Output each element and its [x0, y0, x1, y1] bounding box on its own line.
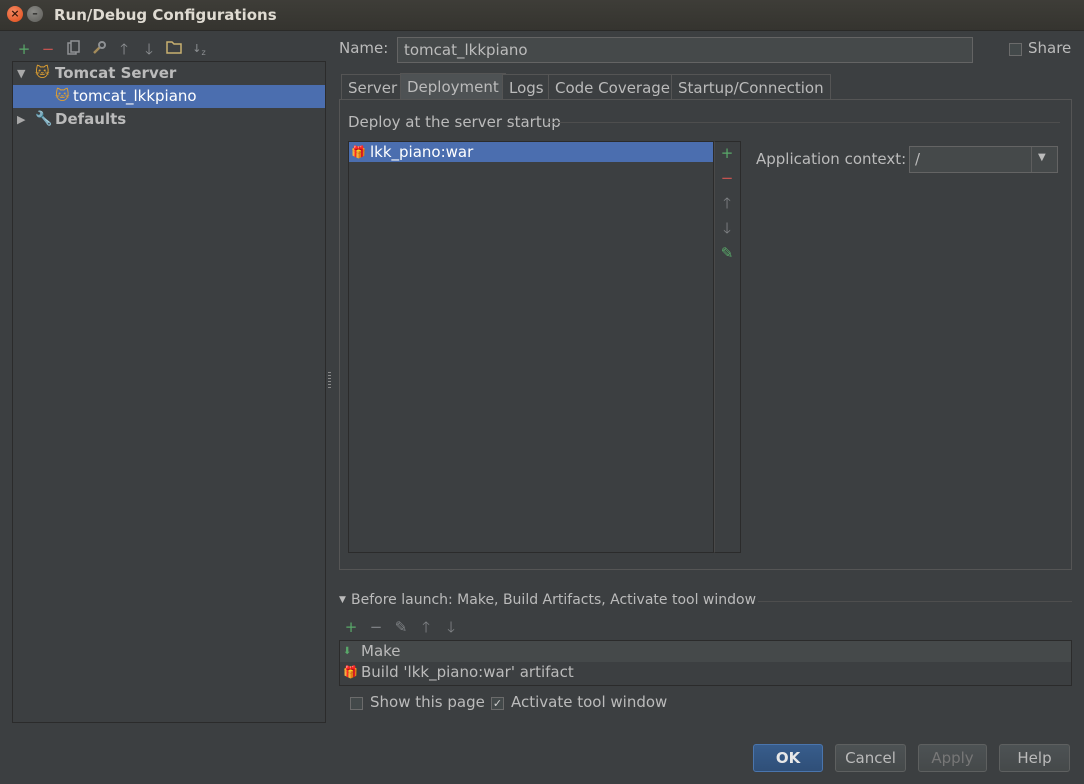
- tab-startup-connection[interactable]: Startup/Connection: [671, 74, 831, 100]
- ok-button[interactable]: OK: [753, 744, 823, 772]
- show-this-page-label[interactable]: Show this page: [370, 693, 485, 711]
- deploy-section-title: Deploy at the server startup: [348, 113, 561, 131]
- move-down-icon[interactable]: 🡓: [140, 40, 158, 58]
- move-up-icon[interactable]: 🡑: [115, 40, 133, 58]
- application-context-value[interactable]: /: [915, 150, 920, 168]
- show-this-page-checkbox[interactable]: [350, 697, 363, 710]
- tab-server[interactable]: Server: [341, 74, 405, 100]
- tomcat-icon: 🐱: [35, 65, 50, 81]
- move-up-icon[interactable]: 🡑: [417, 618, 435, 636]
- tree-item-label: tomcat_lkkpiano: [73, 87, 197, 105]
- tab-deployment[interactable]: Deployment: [400, 73, 506, 100]
- wrench-icon: 🔧: [35, 111, 53, 127]
- edit-defaults-icon[interactable]: [90, 40, 108, 58]
- collapsed-arrow-icon[interactable]: ▶: [17, 108, 25, 131]
- make-icon: ⬇: [343, 646, 352, 657]
- minimize-icon: –: [32, 7, 38, 20]
- task-label: Make: [361, 642, 401, 660]
- collapse-arrow-icon[interactable]: ▼: [339, 595, 346, 605]
- cancel-button[interactable]: Cancel: [835, 744, 906, 772]
- add-icon[interactable]: +: [15, 40, 33, 58]
- artifact-icon: 🎁: [343, 665, 358, 679]
- deploy-artifact-list[interactable]: [348, 141, 714, 553]
- task-item-build-artifact[interactable]: 🎁 Build 'lkk_piano:war' artifact: [340, 662, 1071, 683]
- application-context-label: Application context:: [756, 150, 907, 168]
- tree-item-defaults[interactable]: ▶ 🔧 Defaults: [13, 108, 325, 131]
- dropdown-arrow-icon[interactable]: ▼: [1038, 152, 1046, 163]
- activate-tool-window-label[interactable]: Activate tool window: [511, 693, 667, 711]
- help-button[interactable]: Help: [999, 744, 1070, 772]
- activate-tool-window-checkbox[interactable]: ✓: [491, 697, 504, 710]
- section-divider: [546, 122, 1060, 123]
- configuration-tree: ▼ 🐱 Tomcat Server 🐱 tomcat_lkkpiano ▶ 🔧 …: [12, 61, 326, 723]
- window-minimize-button[interactable]: –: [27, 6, 43, 22]
- add-artifact-icon[interactable]: +: [718, 144, 736, 162]
- share-checkbox[interactable]: [1009, 43, 1022, 56]
- folder-icon[interactable]: [165, 40, 183, 58]
- move-down-icon[interactable]: 🡓: [442, 618, 460, 636]
- remove-icon[interactable]: −: [39, 40, 57, 58]
- add-task-icon[interactable]: +: [342, 618, 360, 636]
- panel-splitter[interactable]: [328, 372, 331, 388]
- expanded-arrow-icon[interactable]: ▼: [17, 62, 25, 85]
- deploy-list-item[interactable]: 🎁 lkk_piano:war: [349, 142, 713, 162]
- window-close-button[interactable]: ×: [7, 6, 23, 22]
- copy-icon[interactable]: [65, 40, 83, 58]
- remove-task-icon[interactable]: −: [367, 618, 385, 636]
- section-divider: [758, 601, 1072, 602]
- move-up-icon[interactable]: 🡑: [718, 194, 736, 212]
- application-context-combo[interactable]: [909, 146, 1058, 173]
- tomcat-config-icon: 🐱: [55, 88, 70, 104]
- sort-icon[interactable]: ↓z: [190, 40, 208, 58]
- tree-item-label: Tomcat Server: [55, 64, 177, 82]
- edit-pencil-icon[interactable]: ✎: [718, 244, 736, 262]
- name-label: Name:: [339, 39, 389, 57]
- task-label: Build 'lkk_piano:war' artifact: [361, 663, 574, 681]
- tab-code-coverage[interactable]: Code Coverage: [548, 74, 678, 100]
- name-field[interactable]: tomcat_lkkpiano: [397, 37, 973, 63]
- task-item-make[interactable]: ⬇ Make: [340, 641, 1071, 662]
- tree-item-tomcat-lkkpiano[interactable]: 🐱 tomcat_lkkpiano: [13, 85, 325, 108]
- combo-separator: [1031, 147, 1032, 172]
- tab-logs[interactable]: Logs: [502, 74, 551, 100]
- remove-artifact-icon[interactable]: −: [718, 169, 736, 187]
- tree-item-tomcat-server[interactable]: ▼ 🐱 Tomcat Server: [13, 62, 325, 85]
- apply-button[interactable]: Apply: [918, 744, 987, 772]
- artifact-icon: 🎁: [351, 145, 366, 159]
- deploy-item-label: lkk_piano:war: [370, 143, 474, 161]
- move-down-icon[interactable]: 🡓: [718, 219, 736, 237]
- edit-task-icon[interactable]: ✎: [392, 618, 410, 636]
- window-title: Run/Debug Configurations: [54, 6, 277, 24]
- before-launch-title[interactable]: Before launch: Make, Build Artifacts, Ac…: [351, 592, 756, 608]
- close-icon: ×: [10, 7, 20, 20]
- tree-item-label: Defaults: [55, 110, 127, 128]
- share-label[interactable]: Share: [1028, 39, 1071, 57]
